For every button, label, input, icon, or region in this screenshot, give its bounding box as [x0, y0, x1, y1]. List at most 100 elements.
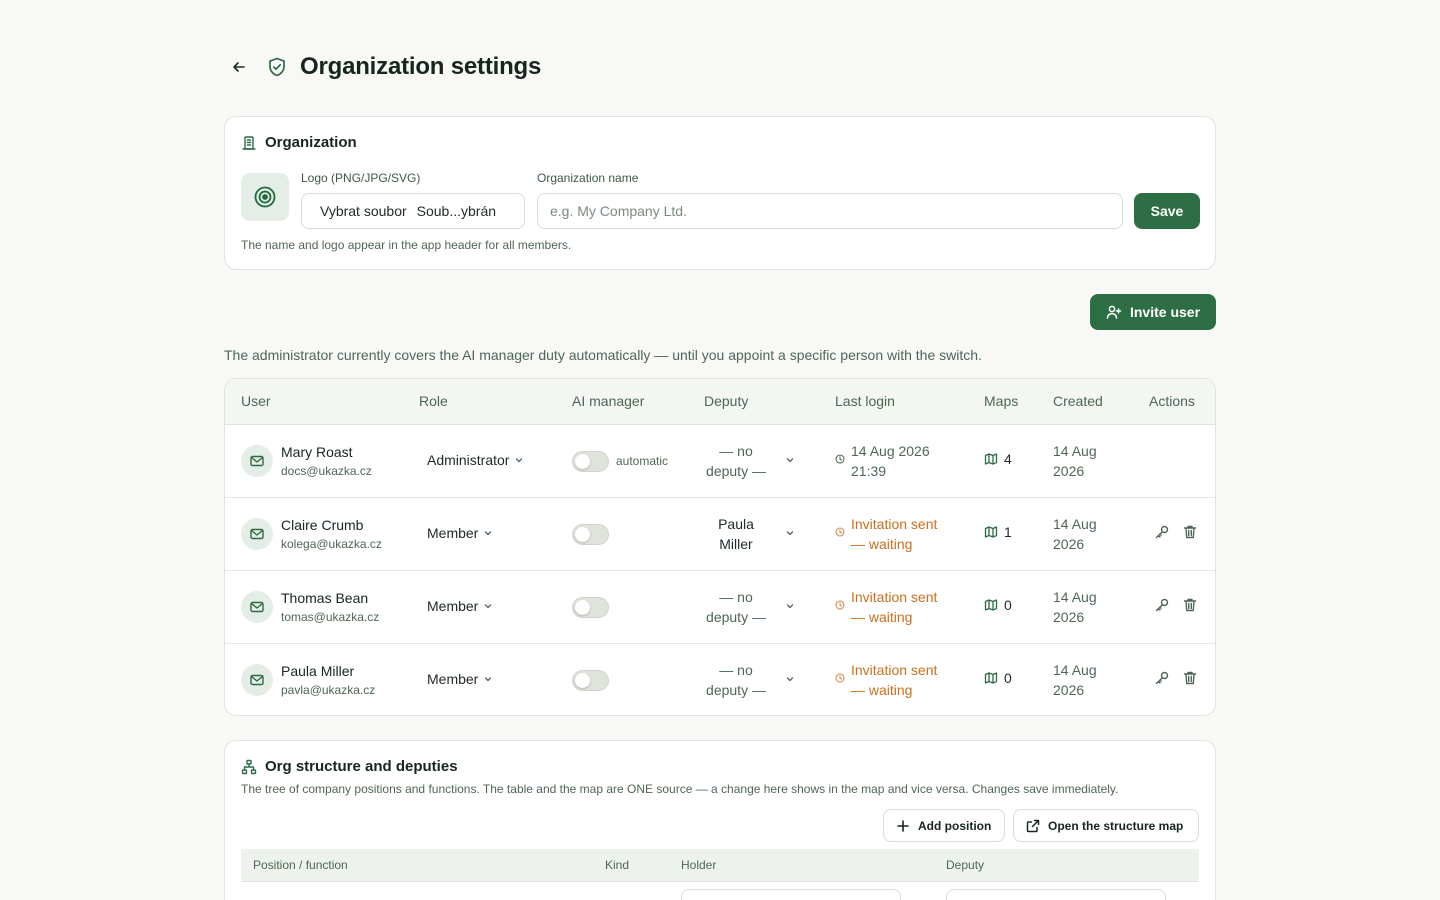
key-icon[interactable]: [1154, 597, 1170, 613]
logo-label: Logo (PNG/JPG/SVG): [301, 171, 421, 185]
maps-value: 0: [1004, 597, 1012, 613]
last-login: Invitation sent — waiting: [835, 587, 951, 627]
open-structure-map-label: Open the structure map: [1048, 818, 1184, 833]
role-select[interactable]: Administrator: [427, 452, 524, 468]
role-select[interactable]: Member: [427, 598, 493, 614]
key-icon[interactable]: [1154, 670, 1170, 686]
deputy-select[interactable]: — no deputy —: [701, 587, 794, 631]
role-select[interactable]: Member: [427, 671, 493, 687]
avatar: [241, 445, 273, 477]
organization-card: Organization Logo (PNG/JPG/SVG) Vybrat s…: [224, 116, 1216, 270]
table-row: Thomas Bean tomas@ukazka.cz Member — no depu…: [225, 571, 1215, 644]
user-plus-icon: [1106, 304, 1122, 320]
avatar: [241, 664, 273, 696]
created-line1: 14 Aug: [1053, 516, 1097, 532]
trash-icon[interactable]: [1182, 670, 1198, 686]
created-date: 14 Aug 2026: [1053, 514, 1113, 554]
key-icon[interactable]: [1154, 524, 1170, 540]
created-line2: 2026: [1053, 536, 1085, 552]
created-line2: 2026: [1053, 463, 1085, 479]
trash-icon[interactable]: [1182, 524, 1198, 540]
chevron-down-icon: [483, 528, 493, 538]
page-header: Organization settings: [224, 48, 541, 86]
created-date: 14 Aug 2026: [1053, 441, 1113, 481]
maps-value: 4: [1004, 451, 1012, 467]
organization-card-header: Organization: [241, 134, 357, 151]
open-structure-map-button[interactable]: Open the structure map: [1013, 809, 1199, 842]
maps-count: 0: [984, 670, 1012, 686]
column-header-ai-manager: AI manager: [572, 393, 645, 409]
mail-icon: [249, 453, 265, 469]
deputy-select[interactable]: — no deputy —: [701, 441, 794, 485]
maps-count: 4: [984, 451, 1012, 467]
sitemap-icon: [241, 759, 257, 775]
clock-icon: [835, 527, 845, 554]
users-table: User Role AI manager Deputy Last login M…: [224, 378, 1216, 716]
last-login-line1: Invitation sent: [851, 662, 938, 678]
trash-icon[interactable]: [1182, 597, 1198, 613]
last-login-line2: 21:39: [851, 463, 887, 479]
deputy-select[interactable]: Paula Miller: [701, 514, 794, 558]
column-header-user: User: [241, 393, 271, 409]
role-value: Member: [427, 598, 479, 614]
role-value: Member: [427, 525, 479, 541]
chevron-down-icon: [514, 455, 524, 465]
deputy-value-line1: — no: [719, 662, 753, 678]
back-button[interactable]: [222, 50, 256, 84]
role-value: Administrator: [427, 452, 510, 468]
chevron-down-icon: [483, 674, 493, 684]
map-icon: [984, 598, 998, 612]
external-link-icon: [1026, 819, 1040, 833]
ai-manager-note: automatic: [616, 454, 669, 468]
choose-file-button[interactable]: Vybrat soubor: [320, 203, 407, 219]
column-header-holder: Holder: [681, 858, 717, 872]
organization-name-input[interactable]: [537, 193, 1123, 229]
map-icon: [984, 671, 998, 685]
last-login: Invitation sent — waiting: [835, 660, 951, 700]
ai-manager-toggle[interactable]: [572, 451, 609, 472]
created-line1: 14 Aug: [1053, 443, 1097, 459]
column-header-last-login: Last login: [835, 393, 895, 409]
maps-count: 0: [984, 597, 1012, 613]
shield-check-icon: [266, 56, 288, 78]
user-name: Claire Crumb: [281, 517, 364, 533]
logo-file-input[interactable]: Vybrat soubor Soub...ybrán: [301, 193, 525, 229]
last-login: Invitation sent — waiting: [835, 514, 951, 554]
deputy-value-line1: — no: [719, 589, 753, 605]
last-login-line2: — waiting: [851, 682, 913, 698]
chevron-down-icon: [785, 601, 795, 611]
add-position-label: Add position: [918, 818, 992, 833]
mail-icon: [249, 672, 265, 688]
deputy-select[interactable]: [946, 889, 1166, 900]
mail-icon: [249, 526, 265, 542]
maps-value: 1: [1004, 524, 1012, 540]
target-logo-icon: [253, 185, 277, 209]
invite-user-button[interactable]: Invite user: [1090, 294, 1216, 330]
ai-manager-toggle[interactable]: [572, 524, 609, 545]
column-header-role: Role: [419, 393, 448, 409]
users-table-header: User Role AI manager Deputy Last login M…: [225, 379, 1215, 425]
created-line2: 2026: [1053, 682, 1085, 698]
save-button[interactable]: Save: [1134, 193, 1200, 229]
admin-note: The administrator currently covers the A…: [224, 347, 982, 363]
table-row: Paula Miller pavla@ukazka.cz Member — no dep…: [225, 644, 1215, 715]
file-status: Soub...ybrán: [416, 203, 497, 219]
deputy-select[interactable]: — no deputy —: [701, 660, 794, 704]
role-select[interactable]: Member: [427, 525, 493, 541]
ai-manager-toggle[interactable]: [572, 597, 609, 618]
structure-card-header: Org structure and deputies: [241, 758, 458, 775]
column-header-deputy: Deputy: [946, 858, 985, 872]
deputy-value-line2: Miller: [719, 536, 753, 552]
created-line2: 2026: [1053, 609, 1085, 625]
user-email: pavla@ukazka.cz: [281, 683, 376, 697]
organization-hint: The name and logo appear in the app head…: [241, 238, 572, 252]
last-login-line2: — waiting: [851, 609, 913, 625]
role-value: Member: [427, 671, 479, 687]
deputy-value-line2: deputy —: [706, 682, 766, 698]
holder-select[interactable]: [681, 889, 901, 900]
maps-value: 0: [1004, 670, 1012, 686]
ai-manager-toggle[interactable]: [572, 670, 609, 691]
created-date: 14 Aug 2026: [1053, 587, 1113, 627]
add-position-button[interactable]: Add position: [883, 809, 1005, 842]
last-login-line1: 14 Aug 2026: [851, 443, 930, 459]
